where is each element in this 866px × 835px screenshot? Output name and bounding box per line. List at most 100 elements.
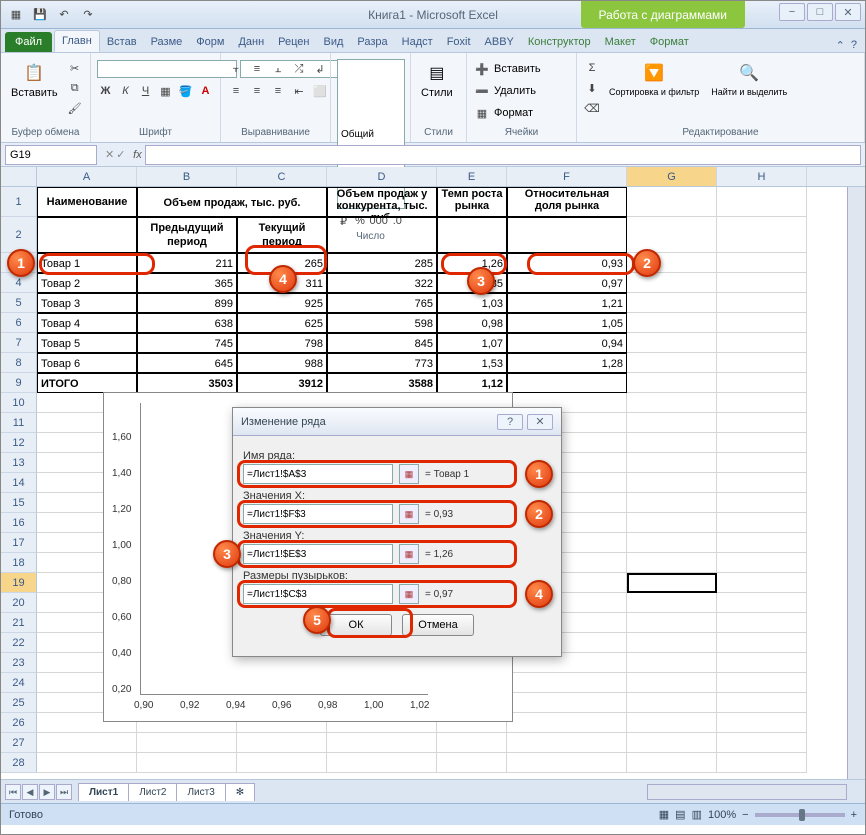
tab-dev[interactable]: Разра: [350, 32, 394, 52]
format-cell-icon[interactable]: ▦: [473, 104, 491, 122]
fill-icon[interactable]: 🪣: [177, 82, 194, 100]
cancel-icon[interactable]: ✕: [105, 148, 114, 161]
cell[interactable]: 745: [137, 333, 237, 353]
fill-down-icon[interactable]: ⬇: [583, 79, 601, 97]
series-y-input[interactable]: [243, 544, 393, 564]
cell[interactable]: 988: [237, 353, 327, 373]
last-sheet-icon[interactable]: ⏭: [56, 784, 72, 800]
font-color-icon[interactable]: А: [197, 82, 214, 100]
orientation-icon[interactable]: ⤮: [290, 60, 308, 78]
series-name-input[interactable]: [243, 464, 393, 484]
cell[interactable]: Товар 2: [37, 273, 137, 293]
tab-foxit[interactable]: Foxit: [440, 32, 478, 52]
indent-dec-icon[interactable]: ⇤: [290, 82, 308, 100]
align-left-icon[interactable]: ≡: [227, 82, 245, 100]
tab-file[interactable]: Файл: [5, 32, 52, 52]
zoom-out-icon[interactable]: −: [742, 809, 748, 821]
select-all[interactable]: [1, 167, 37, 186]
series-size-input[interactable]: [243, 584, 393, 604]
align-bottom-icon[interactable]: ⫠: [269, 60, 287, 78]
align-center-icon[interactable]: ≡: [248, 82, 266, 100]
col-G[interactable]: G: [627, 167, 717, 186]
view-layout-icon[interactable]: ▤: [675, 808, 685, 821]
tab-data[interactable]: Данн: [231, 32, 271, 52]
tab-layout[interactable]: Макет: [598, 32, 643, 52]
cell[interactable]: Товар 6: [37, 353, 137, 373]
next-sheet-icon[interactable]: ▶: [39, 784, 55, 800]
cell[interactable]: 645: [137, 353, 237, 373]
minimize-ribbon-icon[interactable]: ⌃: [836, 39, 845, 52]
find-select-button[interactable]: 🔍Найти и выделить: [707, 59, 791, 99]
cell[interactable]: 0,94: [507, 333, 627, 353]
col-F[interactable]: F: [507, 167, 627, 186]
cell[interactable]: 773: [327, 353, 437, 373]
view-normal-icon[interactable]: ▦: [659, 808, 669, 821]
paste-button[interactable]: 📋Вставить: [7, 59, 62, 101]
sheet-tab-3[interactable]: Лист3: [176, 783, 225, 801]
cell[interactable]: 3503: [137, 373, 237, 393]
sort-filter-button[interactable]: 🔽Сортировка и фильтр: [605, 59, 703, 99]
underline-icon[interactable]: Ч: [137, 82, 154, 100]
prev-sheet-icon[interactable]: ◀: [22, 784, 38, 800]
cell[interactable]: 845: [327, 333, 437, 353]
border-icon[interactable]: ▦: [157, 82, 174, 100]
grid[interactable]: A B C D E F G H 1 Наименование Объем про…: [1, 167, 865, 779]
sheet-tab-2[interactable]: Лист2: [128, 783, 177, 801]
cell[interactable]: 322: [327, 273, 437, 293]
cell[interactable]: 1,07: [437, 333, 507, 353]
cell[interactable]: 798: [237, 333, 327, 353]
tab-insert[interactable]: Встав: [100, 32, 144, 52]
font-select[interactable]: [97, 60, 237, 78]
tab-addins[interactable]: Надст: [395, 32, 440, 52]
zoom-in-icon[interactable]: +: [851, 809, 857, 821]
range-picker-icon[interactable]: ▦: [399, 464, 419, 484]
bold-icon[interactable]: Ж: [97, 82, 114, 100]
new-sheet-icon[interactable]: ✻: [225, 783, 255, 801]
col-H[interactable]: H: [717, 167, 807, 186]
cell[interactable]: 925: [237, 293, 327, 313]
insert-cell-icon[interactable]: ➕: [473, 60, 491, 78]
cancel-button[interactable]: Отмена: [402, 614, 474, 636]
col-A[interactable]: A: [37, 167, 137, 186]
zoom-level[interactable]: 100%: [708, 809, 736, 821]
help-icon[interactable]: ?: [851, 39, 857, 52]
sheet-tab-1[interactable]: Лист1: [78, 783, 129, 801]
vertical-scrollbar[interactable]: [847, 187, 865, 779]
maximize-button[interactable]: □: [807, 3, 833, 21]
cell[interactable]: Товар 1: [37, 253, 137, 273]
col-E[interactable]: E: [437, 167, 507, 186]
name-box[interactable]: G19: [5, 145, 97, 165]
autosum-icon[interactable]: Σ: [583, 59, 601, 77]
cell[interactable]: 625: [237, 313, 327, 333]
cell[interactable]: 0,93: [507, 253, 627, 273]
clear-icon[interactable]: ⌫: [583, 99, 601, 117]
italic-icon[interactable]: К: [117, 82, 134, 100]
cell[interactable]: Товар 4: [37, 313, 137, 333]
range-picker-icon[interactable]: ▦: [399, 504, 419, 524]
cell[interactable]: 765: [327, 293, 437, 313]
cell[interactable]: 285: [327, 253, 437, 273]
cell[interactable]: 638: [137, 313, 237, 333]
dialog-close-icon[interactable]: ✕: [527, 414, 553, 430]
cell[interactable]: 0,98: [437, 313, 507, 333]
cell[interactable]: 3912: [237, 373, 327, 393]
cell[interactable]: Товар 3: [37, 293, 137, 313]
cell[interactable]: 3588: [327, 373, 437, 393]
align-middle-icon[interactable]: ≡: [248, 60, 266, 78]
col-C[interactable]: C: [237, 167, 327, 186]
delete-cell-icon[interactable]: ➖: [473, 82, 491, 100]
cell[interactable]: Товар 5: [37, 333, 137, 353]
range-picker-icon[interactable]: ▦: [399, 544, 419, 564]
redo-icon[interactable]: ↷: [77, 4, 99, 26]
col-D[interactable]: D: [327, 167, 437, 186]
save-icon[interactable]: 💾: [29, 4, 51, 26]
wrap-icon[interactable]: ↲: [311, 60, 329, 78]
tab-page[interactable]: Разме: [144, 32, 190, 52]
tab-abbyy[interactable]: ABBY: [478, 32, 521, 52]
cell[interactable]: 0,97: [507, 273, 627, 293]
cell[interactable]: [507, 373, 627, 393]
fx-icon[interactable]: fx: [129, 149, 145, 161]
cell[interactable]: 1,12: [437, 373, 507, 393]
range-picker-icon[interactable]: ▦: [399, 584, 419, 604]
cell[interactable]: 899: [137, 293, 237, 313]
